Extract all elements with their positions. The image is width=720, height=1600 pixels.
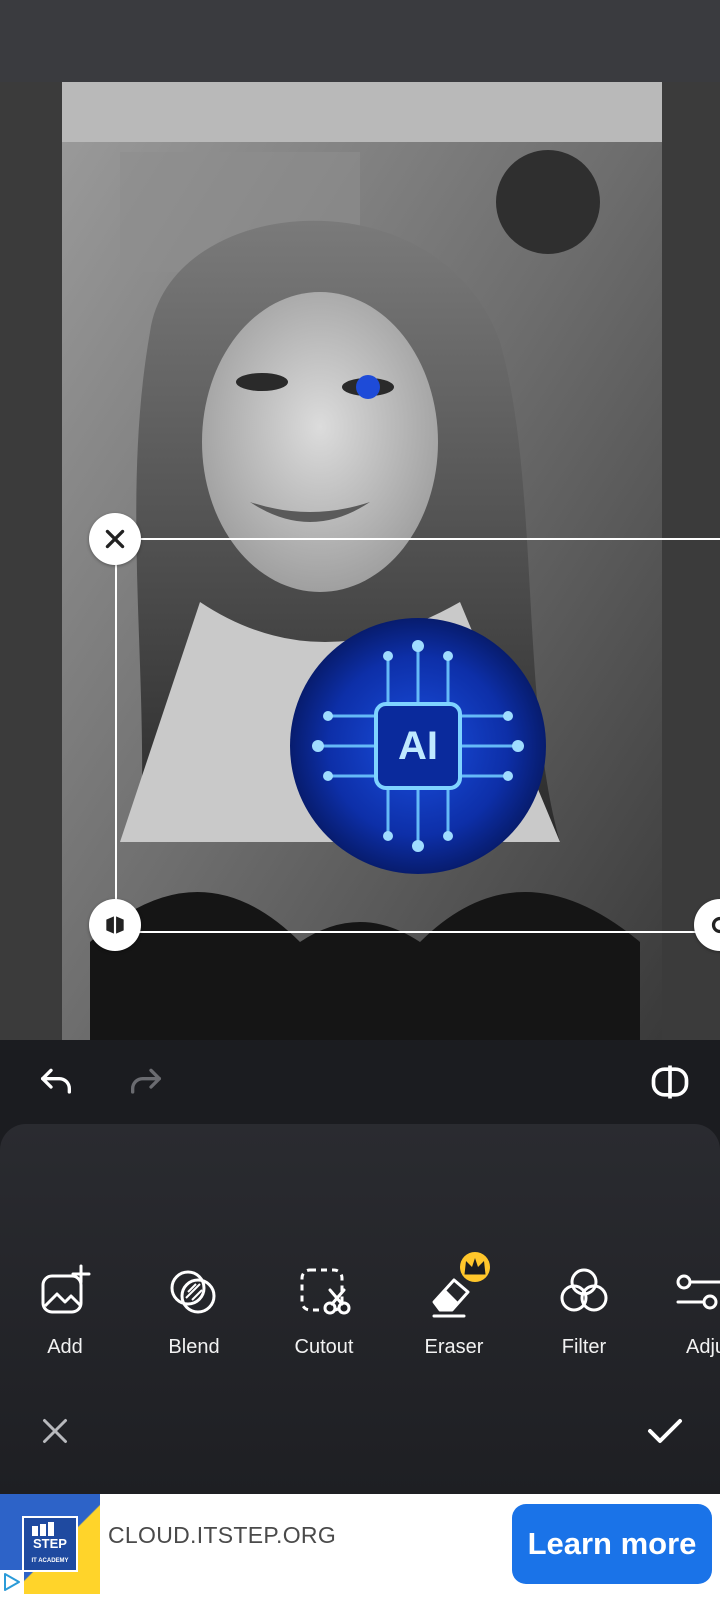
add-image-icon xyxy=(41,1264,91,1314)
tool-label: Adju xyxy=(686,1336,720,1358)
tool-label: Add xyxy=(47,1336,83,1358)
tool-label: Filter xyxy=(561,1336,607,1358)
tool-eraser[interactable]: Eraser xyxy=(394,1252,514,1382)
redo-icon xyxy=(131,1068,161,1094)
adchoices-icon[interactable] xyxy=(0,1570,24,1594)
ad-url: CLOUD.ITSTEP.ORG xyxy=(108,1522,337,1548)
filter-icon xyxy=(560,1268,608,1312)
tool-label: Eraser xyxy=(424,1336,484,1358)
rotate-icon xyxy=(711,916,720,934)
adjust-icon xyxy=(676,1274,720,1310)
ai-chip-sticker[interactable]: AI xyxy=(288,616,548,876)
tool-label: Cutout xyxy=(294,1336,354,1358)
close-handle[interactable] xyxy=(89,513,141,565)
ad-banner[interactable]: STEP IT ACADEMY CLOUD.ITSTEP.ORG Learn m… xyxy=(0,1494,720,1600)
redo-button[interactable] xyxy=(124,1060,168,1104)
editor-canvas[interactable]: AI xyxy=(0,82,720,1040)
logo-text-bottom: IT ACADEMY xyxy=(31,1558,68,1564)
tool-add[interactable]: Add xyxy=(5,1262,125,1382)
history-bar xyxy=(0,1040,720,1124)
cancel-button[interactable] xyxy=(30,1406,80,1456)
flip-handle[interactable] xyxy=(89,899,141,951)
tool-filter[interactable]: Filter xyxy=(524,1262,644,1382)
undo-icon xyxy=(41,1068,72,1094)
close-icon xyxy=(105,529,125,549)
blend-icon xyxy=(170,1270,216,1314)
step-logo-graphic: STEP IT ACADEMY xyxy=(31,1522,69,1564)
tool-label: Blend xyxy=(168,1336,220,1358)
cancel-icon xyxy=(43,1419,67,1443)
tool-cutout[interactable]: Cutout xyxy=(264,1262,384,1382)
learn-more-button[interactable]: Learn more xyxy=(512,1504,712,1584)
compare-button[interactable] xyxy=(648,1060,692,1104)
flip-icon xyxy=(106,916,124,934)
top-bar xyxy=(0,0,720,82)
confirm-icon xyxy=(648,1419,682,1443)
premium-badge xyxy=(460,1252,490,1282)
sticker-label: AI xyxy=(398,724,438,768)
cutout-icon xyxy=(300,1268,351,1315)
tool-blend[interactable]: Blend xyxy=(134,1262,254,1382)
step-logo: STEP IT ACADEMY xyxy=(22,1516,78,1572)
tool-adjust[interactable]: Adju xyxy=(654,1262,720,1382)
tool-panel: Add Blend Cutout Eraser Filter Adj xyxy=(0,1124,720,1494)
crown-icon xyxy=(464,1258,486,1275)
tool-row: Add Blend Cutout Eraser Filter Adj xyxy=(0,1252,720,1382)
logo-text-top: STEP xyxy=(33,1536,67,1551)
undo-button[interactable] xyxy=(34,1060,78,1104)
confirm-button[interactable] xyxy=(640,1406,690,1456)
compare-icon xyxy=(651,1065,689,1099)
